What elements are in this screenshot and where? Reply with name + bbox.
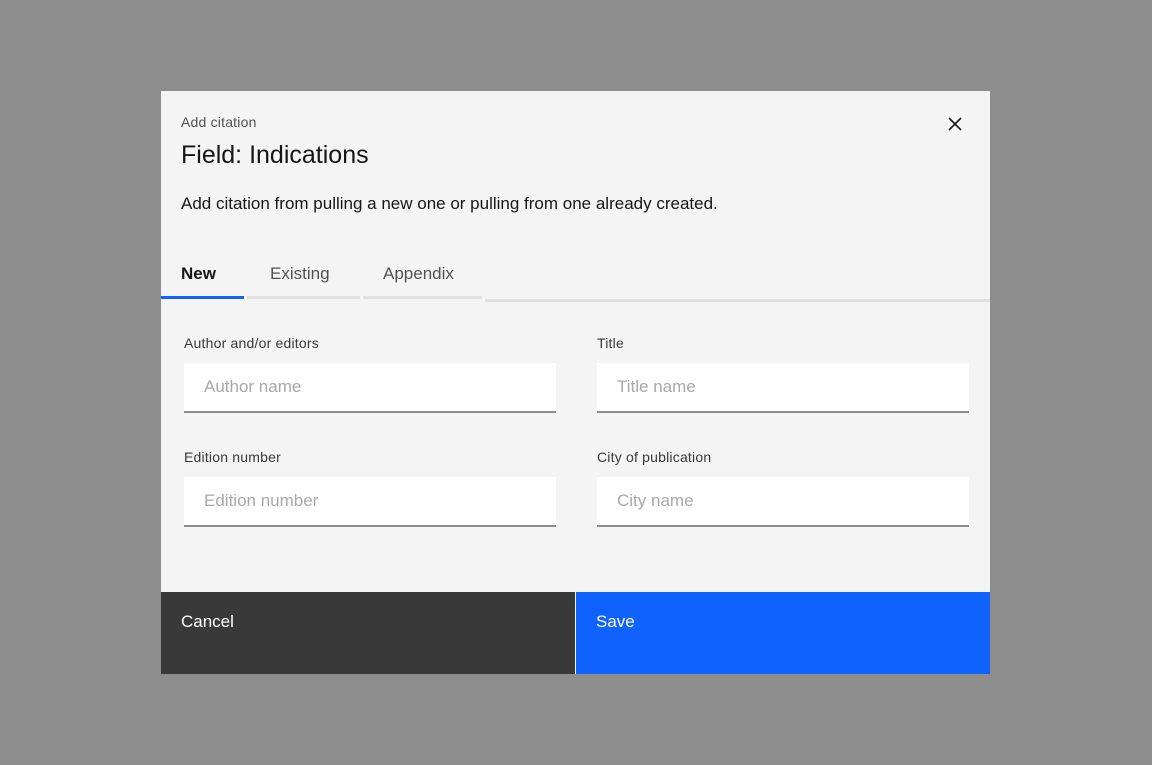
modal-footer: Cancel Save <box>161 592 990 674</box>
city-input[interactable] <box>597 477 969 527</box>
author-input[interactable] <box>184 363 556 413</box>
edition-label: Edition number <box>184 449 281 465</box>
save-button[interactable]: Save <box>576 592 990 674</box>
title-input[interactable] <box>597 363 969 413</box>
tab-appendix[interactable]: Appendix <box>363 251 482 299</box>
author-label: Author and/or editors <box>184 335 319 351</box>
tab-existing[interactable]: Existing <box>247 251 360 299</box>
cancel-button[interactable]: Cancel <box>161 592 575 674</box>
add-citation-modal: Add citation Field: Indications Add cita… <box>161 91 990 674</box>
edition-input[interactable] <box>184 477 556 527</box>
modal-description: Add citation from pulling a new one or p… <box>181 194 718 213</box>
modal-label: Add citation <box>181 114 257 130</box>
city-label: City of publication <box>597 449 712 465</box>
tab-list: New Existing Appendix <box>161 251 990 302</box>
close-button[interactable] <box>938 107 972 141</box>
modal-heading: Field: Indications <box>181 141 369 169</box>
tab-new[interactable]: New <box>161 251 244 299</box>
title-label: Title <box>597 335 624 351</box>
close-icon <box>948 117 962 131</box>
tab-divider <box>485 251 990 302</box>
